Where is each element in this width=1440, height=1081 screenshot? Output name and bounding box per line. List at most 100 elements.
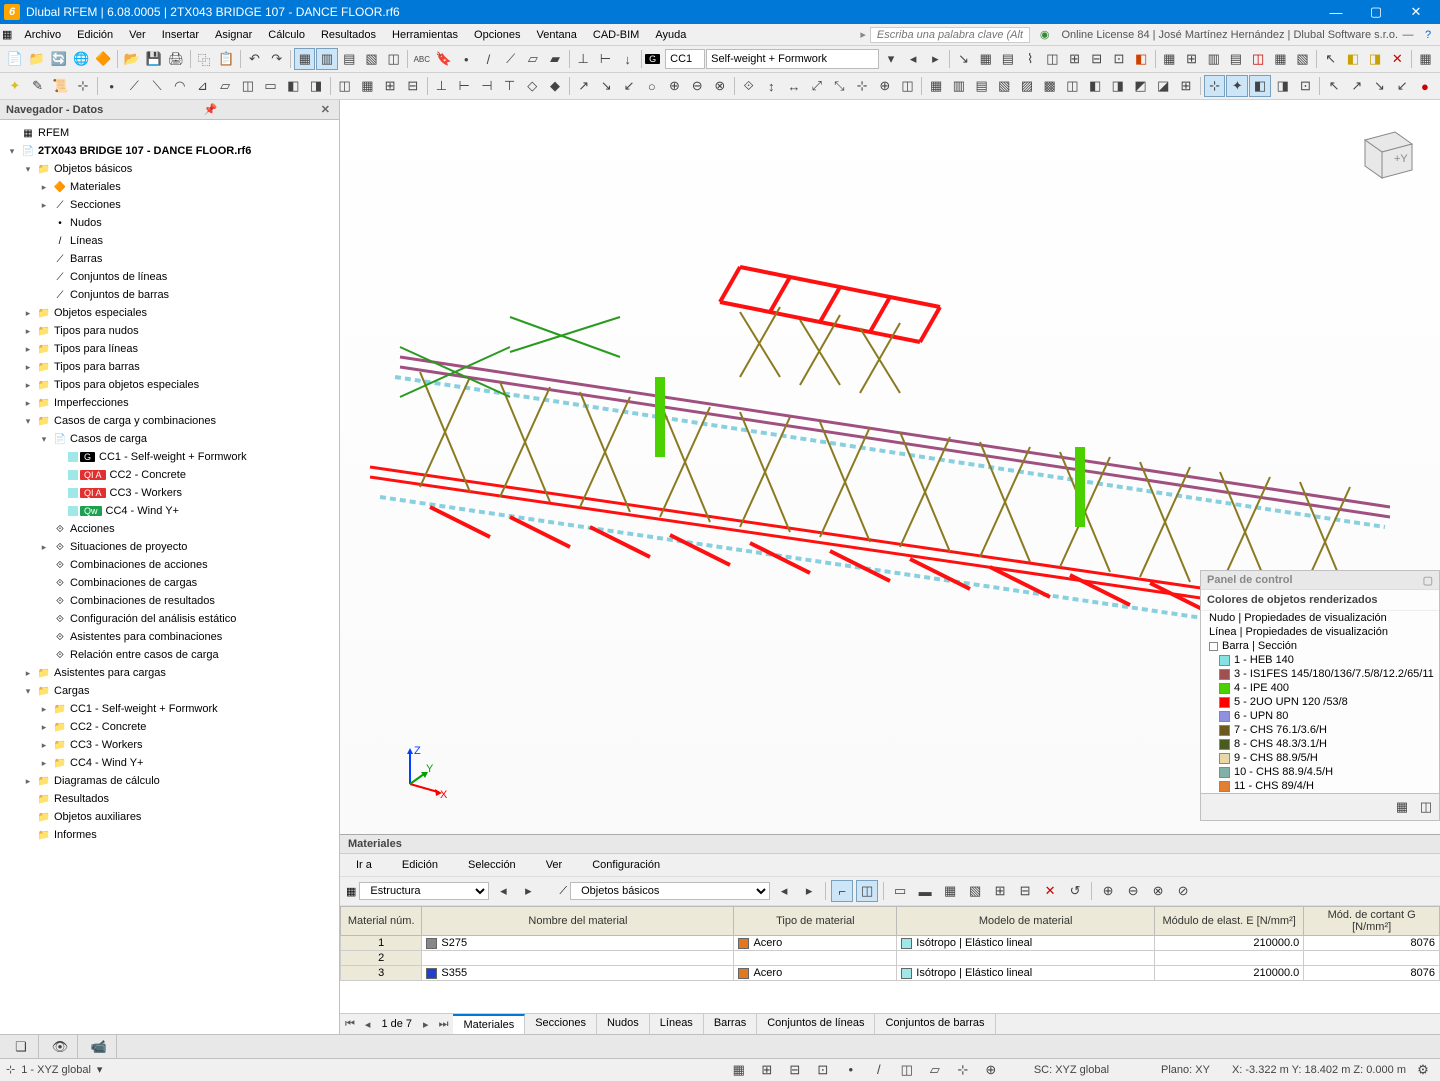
h4[interactable]: ⤢ — [806, 75, 828, 97]
navigator-close-icon[interactable]: ✕ — [318, 103, 333, 116]
tree-loadcase[interactable]: QI ACC3 - Workers — [2, 484, 337, 502]
tree-item[interactable]: ▸ 🔶 Materiales — [2, 178, 337, 196]
menu-insertar[interactable]: Insertar — [154, 27, 207, 43]
tree-item[interactable]: ▸ 📁 CC4 - Wind Y+ — [2, 754, 337, 772]
view-btn-3[interactable]: ◫ — [383, 48, 404, 70]
i6[interactable]: ▩ — [1039, 75, 1061, 97]
tree-item[interactable]: ⟐ Combinaciones de cargas — [2, 574, 337, 592]
tree-item[interactable]: 📁 Resultados — [2, 790, 337, 808]
tt5[interactable]: ▦ — [939, 880, 961, 902]
view-cube[interactable]: +Y — [1350, 120, 1420, 190]
tool-button[interactable]: 🔶 — [93, 48, 114, 70]
grid-btn[interactable]: ⊞ — [1064, 48, 1085, 70]
d6[interactable]: ▱ — [214, 75, 236, 97]
last-page[interactable]: ⏭ — [434, 1016, 454, 1033]
cp-category[interactable]: Línea | Propiedades de visualización — [1201, 625, 1439, 639]
k3[interactable]: ↘ — [1369, 75, 1391, 97]
table-tab-Líneas[interactable]: Líneas — [650, 1014, 704, 1034]
tree-item[interactable]: 📁 Objetos auxiliares — [2, 808, 337, 826]
i11[interactable]: ◪ — [1152, 75, 1174, 97]
menu-archivo[interactable]: Archivo — [16, 27, 69, 43]
h8[interactable]: ◫ — [897, 75, 919, 97]
tree-item[interactable]: ▸ 📁 CC1 - Self-weight + Formwork — [2, 700, 337, 718]
menu-herramientas[interactable]: Herramientas — [384, 27, 466, 43]
f1[interactable]: ⊥ — [431, 75, 453, 97]
new-file-button[interactable]: 📄 — [4, 48, 25, 70]
results-button[interactable]: ▤ — [997, 48, 1018, 70]
menu-cad-bim[interactable]: CAD-BIM — [585, 27, 647, 43]
h2[interactable]: ↕ — [760, 75, 782, 97]
tt12[interactable]: ⊖ — [1122, 880, 1144, 902]
i8[interactable]: ◧ — [1084, 75, 1106, 97]
abc-button[interactable]: ABC — [411, 48, 432, 70]
copy-button[interactable]: ⿻ — [194, 48, 215, 70]
f4[interactable]: ⊤ — [499, 75, 521, 97]
cp-section-item[interactable]: 1 - HEB 140 — [1215, 653, 1439, 667]
d2[interactable]: ⟋ — [124, 75, 146, 97]
tree-item[interactable]: ▸ 📁 Diagramas de cálculo — [2, 772, 337, 790]
tool-a[interactable]: ⊞ — [1181, 48, 1202, 70]
sb7[interactable]: ◫ — [896, 1059, 918, 1081]
i9[interactable]: ◨ — [1107, 75, 1129, 97]
obj-next[interactable]: ▸ — [798, 880, 820, 902]
d8[interactable]: ▭ — [260, 75, 282, 97]
sb8[interactable]: ▱ — [924, 1059, 946, 1081]
menu-edición[interactable]: Edición — [69, 27, 121, 43]
cube2-btn[interactable]: ◨ — [1365, 48, 1386, 70]
h7[interactable]: ⊕ — [874, 75, 896, 97]
bb1[interactable]: ❏ — [10, 1036, 32, 1058]
table-tab-Conjuntos de barras[interactable]: Conjuntos de barras — [875, 1014, 995, 1034]
tag-button[interactable]: 🔖 — [433, 48, 454, 70]
sb10[interactable]: ⊕ — [980, 1059, 1002, 1081]
g3[interactable]: ↙ — [618, 75, 640, 97]
loadcase-select[interactable] — [706, 49, 879, 69]
f2[interactable]: ⊢ — [453, 75, 475, 97]
navigator-tree[interactable]: ▦ RFEM ▾ 📄 2TX043 BRIDGE 107 - DANCE FLO… — [0, 120, 339, 1034]
view-btn-2[interactable]: ▧ — [361, 48, 382, 70]
g5[interactable]: ⊕ — [664, 75, 686, 97]
sb2[interactable]: ⊞ — [756, 1059, 778, 1081]
tree-item[interactable]: ▸ 📁 Tipos para objetos especiales — [2, 376, 337, 394]
structure-select[interactable]: Estructura — [359, 882, 489, 900]
tree-item[interactable]: ▾ 📁 Objetos básicos — [2, 160, 337, 178]
table-tab-Secciones[interactable]: Secciones — [525, 1014, 597, 1034]
tree-item[interactable]: ▸ 📁 Tipos para líneas — [2, 340, 337, 358]
j2[interactable]: ✦ — [1226, 75, 1248, 97]
menu-cálculo[interactable]: Cálculo — [260, 27, 313, 43]
mat-menu-Configuración[interactable]: Configuración — [584, 857, 668, 873]
tt8[interactable]: ⊟ — [1014, 880, 1036, 902]
d5[interactable]: ⊿ — [192, 75, 214, 97]
sel-next[interactable]: ▸ — [517, 880, 539, 902]
keyword-search[interactable] — [870, 27, 1030, 43]
d4[interactable]: ◠ — [169, 75, 191, 97]
cp-section-item[interactable]: 7 - CHS 76.1/3.6/H — [1215, 723, 1439, 737]
menu-asignar[interactable]: Asignar — [207, 27, 260, 43]
i1[interactable]: ▦ — [925, 75, 947, 97]
cp-btn-2[interactable]: ◫ — [1416, 797, 1436, 817]
sb4[interactable]: ⊡ — [812, 1059, 834, 1081]
open-button[interactable]: 📂 — [121, 48, 142, 70]
tt11[interactable]: ⊕ — [1097, 880, 1119, 902]
table-tab-Conjuntos de líneas[interactable]: Conjuntos de líneas — [757, 1014, 875, 1034]
load-button[interactable]: ↓ — [617, 48, 638, 70]
k1[interactable]: ↖ — [1323, 75, 1345, 97]
tree-item[interactable]: ⟐ Configuración del análisis estático — [2, 610, 337, 628]
tt3[interactable]: ▭ — [889, 880, 911, 902]
tool-d[interactable]: ◫ — [1248, 48, 1269, 70]
d7[interactable]: ◫ — [237, 75, 259, 97]
tree-item[interactable]: ▸ 📁 CC2 - Concrete — [2, 718, 337, 736]
f6[interactable]: ◆ — [544, 75, 566, 97]
g7[interactable]: ⊗ — [709, 75, 731, 97]
sb1[interactable]: ▦ — [728, 1059, 750, 1081]
cp-section-item[interactable]: 3 - IS1FES 145/180/136/7.5/8/12.2/65/11 — [1215, 667, 1439, 681]
menu-resultados[interactable]: Resultados — [313, 27, 384, 43]
cp-section-item[interactable]: 8 - CHS 48.3/3.1/H — [1215, 737, 1439, 751]
k4[interactable]: ↙ — [1391, 75, 1413, 97]
j3[interactable]: ◧ — [1249, 75, 1271, 97]
h6[interactable]: ⊹ — [851, 75, 873, 97]
maximize-button[interactable]: ▢ — [1356, 0, 1396, 24]
tree-item[interactable]: ⟐ Combinaciones de resultados — [2, 592, 337, 610]
tt6[interactable]: ▧ — [964, 880, 986, 902]
tree-item[interactable]: ▸ 📁 CC3 - Workers — [2, 736, 337, 754]
pointer-btn[interactable]: ↖ — [1320, 48, 1341, 70]
